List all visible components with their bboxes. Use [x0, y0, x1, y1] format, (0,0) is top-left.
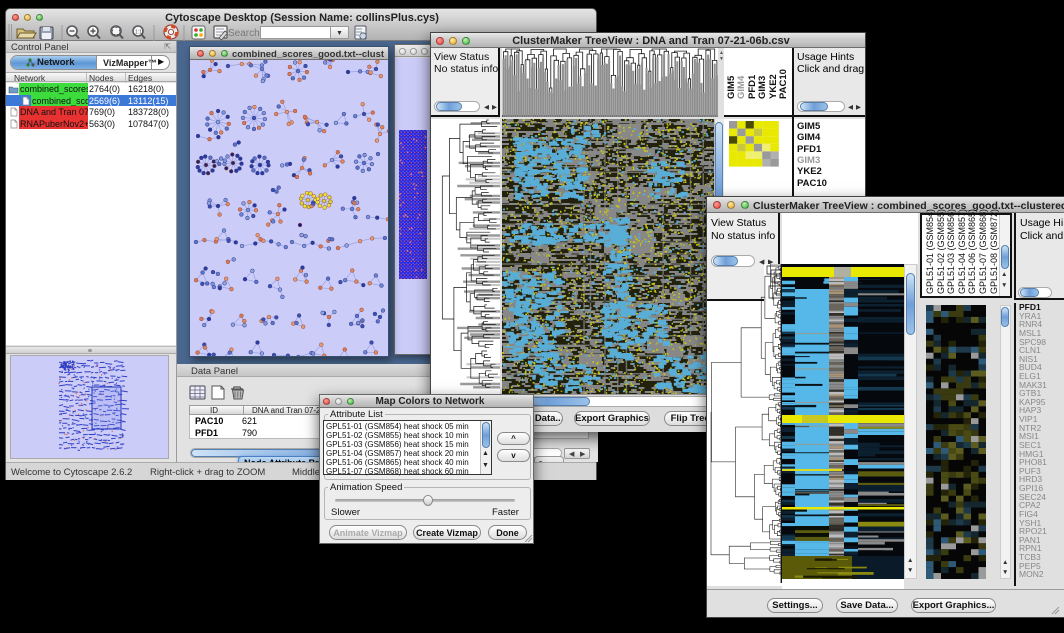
- svg-text:1:1: 1:1: [135, 30, 142, 36]
